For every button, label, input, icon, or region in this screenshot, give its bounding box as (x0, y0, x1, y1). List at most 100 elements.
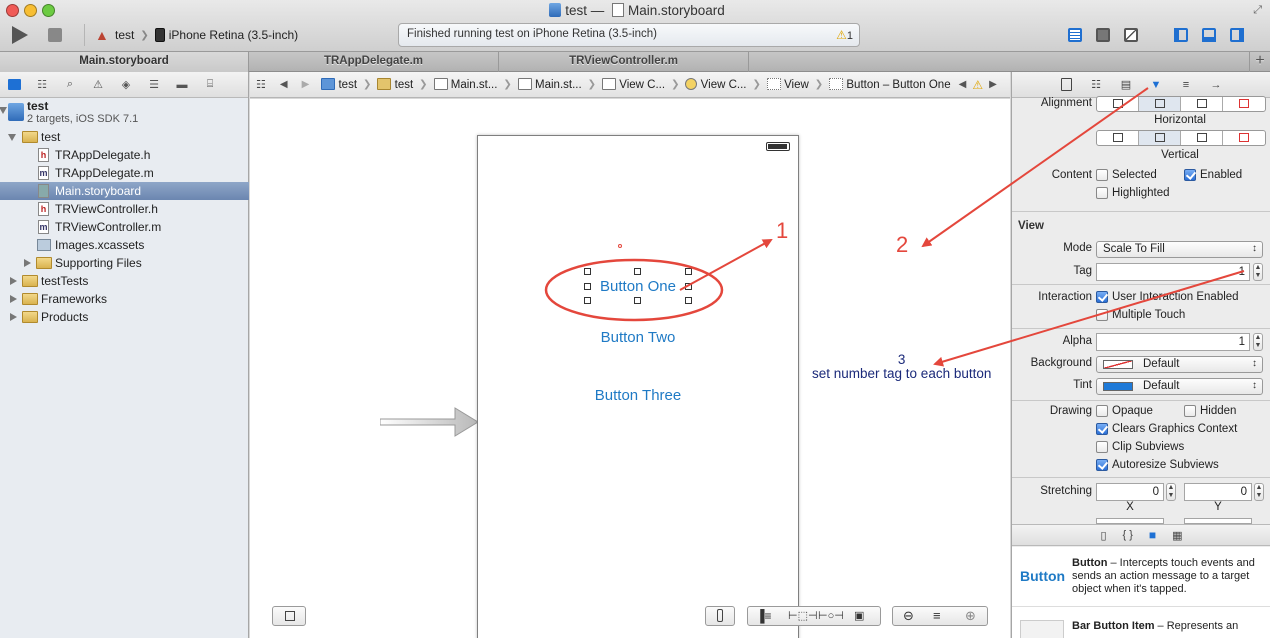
next-issue-icon[interactable]: ▶ (989, 79, 997, 90)
view-controller-scene[interactable]: Button One Button Two Button Three (477, 135, 799, 638)
alpha-stepper[interactable]: ▲ ▼ (1253, 333, 1263, 351)
align-center-segment[interactable] (1139, 97, 1181, 111)
resolve-issues-icon[interactable]: ⊢○⊣ (818, 609, 844, 622)
jumpbar-crumb-project[interactable]: test (321, 78, 357, 91)
activity-viewer[interactable]: Finished running test on iPhone Retina (… (398, 23, 860, 47)
jumpbar-crumb-view[interactable]: View (766, 78, 809, 91)
back-arrow-icon[interactable]: ◀ (280, 79, 288, 90)
resize-handle[interactable] (685, 297, 692, 304)
disclosure-triangle-icon[interactable] (10, 295, 17, 303)
forward-arrow-icon[interactable]: ▶ (302, 79, 310, 90)
tag-field[interactable]: 1 (1096, 263, 1250, 281)
tree-item-test-group[interactable]: test (0, 128, 249, 146)
highlighted-checkbox[interactable] (1096, 187, 1108, 199)
tab-trappdelegate-m[interactable]: TRAppDelegate.m (249, 52, 499, 72)
debug-area-toggle-button[interactable] (1198, 25, 1220, 45)
zoom-actual-size-icon[interactable]: ≡ (933, 608, 941, 623)
zoom-in-icon[interactable]: ⊕ (965, 608, 976, 624)
jumpbar-crumb-file[interactable]: Main.st... (433, 78, 497, 91)
align-bottom-segment[interactable] (1181, 131, 1223, 145)
jumpbar-crumb-localization[interactable]: Main.st... (517, 78, 582, 91)
tint-popup[interactable]: Default (1096, 378, 1263, 395)
library-item-button[interactable]: Button Button – Intercepts touch events … (1012, 547, 1270, 607)
warning-badge[interactable]: ⚠1 (836, 28, 853, 42)
stretch-x-field[interactable]: 0 (1096, 483, 1164, 501)
button-two[interactable]: Button Two (478, 329, 798, 346)
warning-icon[interactable]: ⚠ (972, 78, 983, 92)
zoom-out-icon[interactable]: ⊖ (903, 608, 914, 624)
jumpbar-crumb-view-controller[interactable]: View C... (685, 78, 746, 91)
attributes-inspector-icon[interactable]: ▼ (1148, 78, 1164, 92)
tree-item-trviewcontroller-m[interactable]: m TRViewController.m (0, 218, 249, 236)
tree-item-main-storyboard[interactable]: Main.storyboard (0, 182, 249, 200)
horizontal-alignment-control[interactable] (1096, 96, 1266, 112)
fullscreen-icon[interactable]: ⤢ (1253, 4, 1262, 17)
vertical-alignment-control[interactable] (1096, 130, 1266, 146)
clip-subviews-checkbox[interactable] (1096, 441, 1108, 453)
object-library-icon[interactable]: ■ (1149, 528, 1156, 542)
code-snippet-library-icon[interactable]: { } (1123, 529, 1133, 541)
background-popup[interactable]: Default (1096, 356, 1263, 373)
jumpbar-crumb-group[interactable]: test (377, 78, 413, 91)
disclosure-triangle-icon[interactable] (10, 313, 17, 321)
clears-graphics-context-checkbox[interactable] (1096, 423, 1108, 435)
assistant-editor-button[interactable] (1092, 25, 1114, 45)
breakpoint-navigator-icon[interactable]: ▬ (174, 78, 190, 92)
resize-handle[interactable] (584, 283, 591, 290)
disclosure-triangle-icon[interactable] (8, 134, 16, 141)
stretch-y-stepper[interactable]: ▲ ▼ (1254, 483, 1264, 501)
tree-item-images-xcassets[interactable]: Images.xcassets (0, 236, 249, 254)
tree-item-testtests[interactable]: testTests (0, 272, 249, 290)
mode-popup[interactable]: Scale To Fill (1096, 241, 1263, 258)
button-one[interactable]: Button One (478, 278, 798, 295)
resize-handle[interactable] (634, 268, 641, 275)
add-tab-button[interactable]: + (1250, 52, 1270, 72)
align-top-segment[interactable] (1097, 131, 1139, 145)
scheme-selector[interactable]: ▲ test ❯ iPhone Retina (3.5-inch) (84, 24, 298, 46)
jumpbar-crumb-button[interactable]: Button – Button One (829, 78, 951, 91)
selected-checkbox[interactable] (1096, 169, 1108, 181)
user-interaction-checkbox[interactable] (1096, 291, 1108, 303)
multiple-touch-checkbox[interactable] (1096, 309, 1108, 321)
button-three[interactable]: Button Three (478, 387, 798, 404)
disclosure-triangle-icon[interactable] (10, 277, 17, 285)
tree-item-frameworks[interactable]: Frameworks (0, 290, 249, 308)
jumpbar-crumb-scene[interactable]: View C... (602, 78, 665, 91)
symbol-navigator-icon[interactable]: ☷ (34, 78, 50, 92)
tree-item-supporting-files[interactable]: Supporting Files (0, 254, 249, 272)
resize-handle[interactable] (685, 283, 692, 290)
tag-stepper[interactable]: ▲ ▼ (1253, 263, 1263, 281)
log-navigator-icon[interactable]: ⌸ (202, 78, 218, 92)
align-fill-segment[interactable] (1223, 97, 1265, 111)
stretch-x-stepper[interactable]: ▲ ▼ (1166, 483, 1176, 501)
file-template-library-icon[interactable]: ▯ (1100, 529, 1106, 542)
version-editor-button[interactable] (1120, 25, 1142, 45)
tree-item-products[interactable]: Products (0, 308, 249, 326)
tab-trviewcontroller-m[interactable]: TRViewController.m (499, 52, 749, 72)
issue-navigator-icon[interactable]: ⚠ (90, 78, 106, 92)
file-inspector-icon[interactable] (1058, 78, 1074, 92)
resize-handle[interactable] (634, 297, 641, 304)
align-icon[interactable]: ▐≡ (756, 609, 772, 623)
opaque-checkbox[interactable] (1096, 405, 1108, 417)
connections-inspector-icon[interactable]: → (1208, 78, 1224, 92)
hidden-checkbox[interactable] (1184, 405, 1196, 417)
simulated-metrics-button[interactable] (705, 606, 735, 626)
navigator-toggle-button[interactable] (1170, 25, 1192, 45)
disclosure-triangle-icon[interactable] (24, 259, 31, 267)
tree-item-trviewcontroller-h[interactable]: h TRViewController.h (0, 200, 249, 218)
resizing-behavior-icon[interactable]: ▣ (854, 609, 864, 622)
tree-item-trappdelegate-m[interactable]: m TRAppDelegate.m (0, 164, 249, 182)
disclosure-triangle-icon[interactable] (0, 107, 7, 114)
project-name[interactable]: test (27, 99, 48, 113)
run-button[interactable] (12, 26, 28, 44)
stop-button[interactable] (48, 28, 62, 42)
tree-item-trappdelegate-h[interactable]: h TRAppDelegate.h (0, 146, 249, 164)
related-items-icon[interactable]: ☷ (256, 78, 266, 91)
search-navigator-icon[interactable]: ⌕ (62, 78, 78, 92)
identity-inspector-icon[interactable]: ▤ (1118, 78, 1134, 92)
alpha-field[interactable]: 1 (1096, 333, 1250, 351)
document-outline-toggle-button[interactable] (272, 606, 306, 626)
project-navigator-folder-icon[interactable] (6, 78, 22, 92)
align-middle-segment[interactable] (1139, 131, 1181, 145)
